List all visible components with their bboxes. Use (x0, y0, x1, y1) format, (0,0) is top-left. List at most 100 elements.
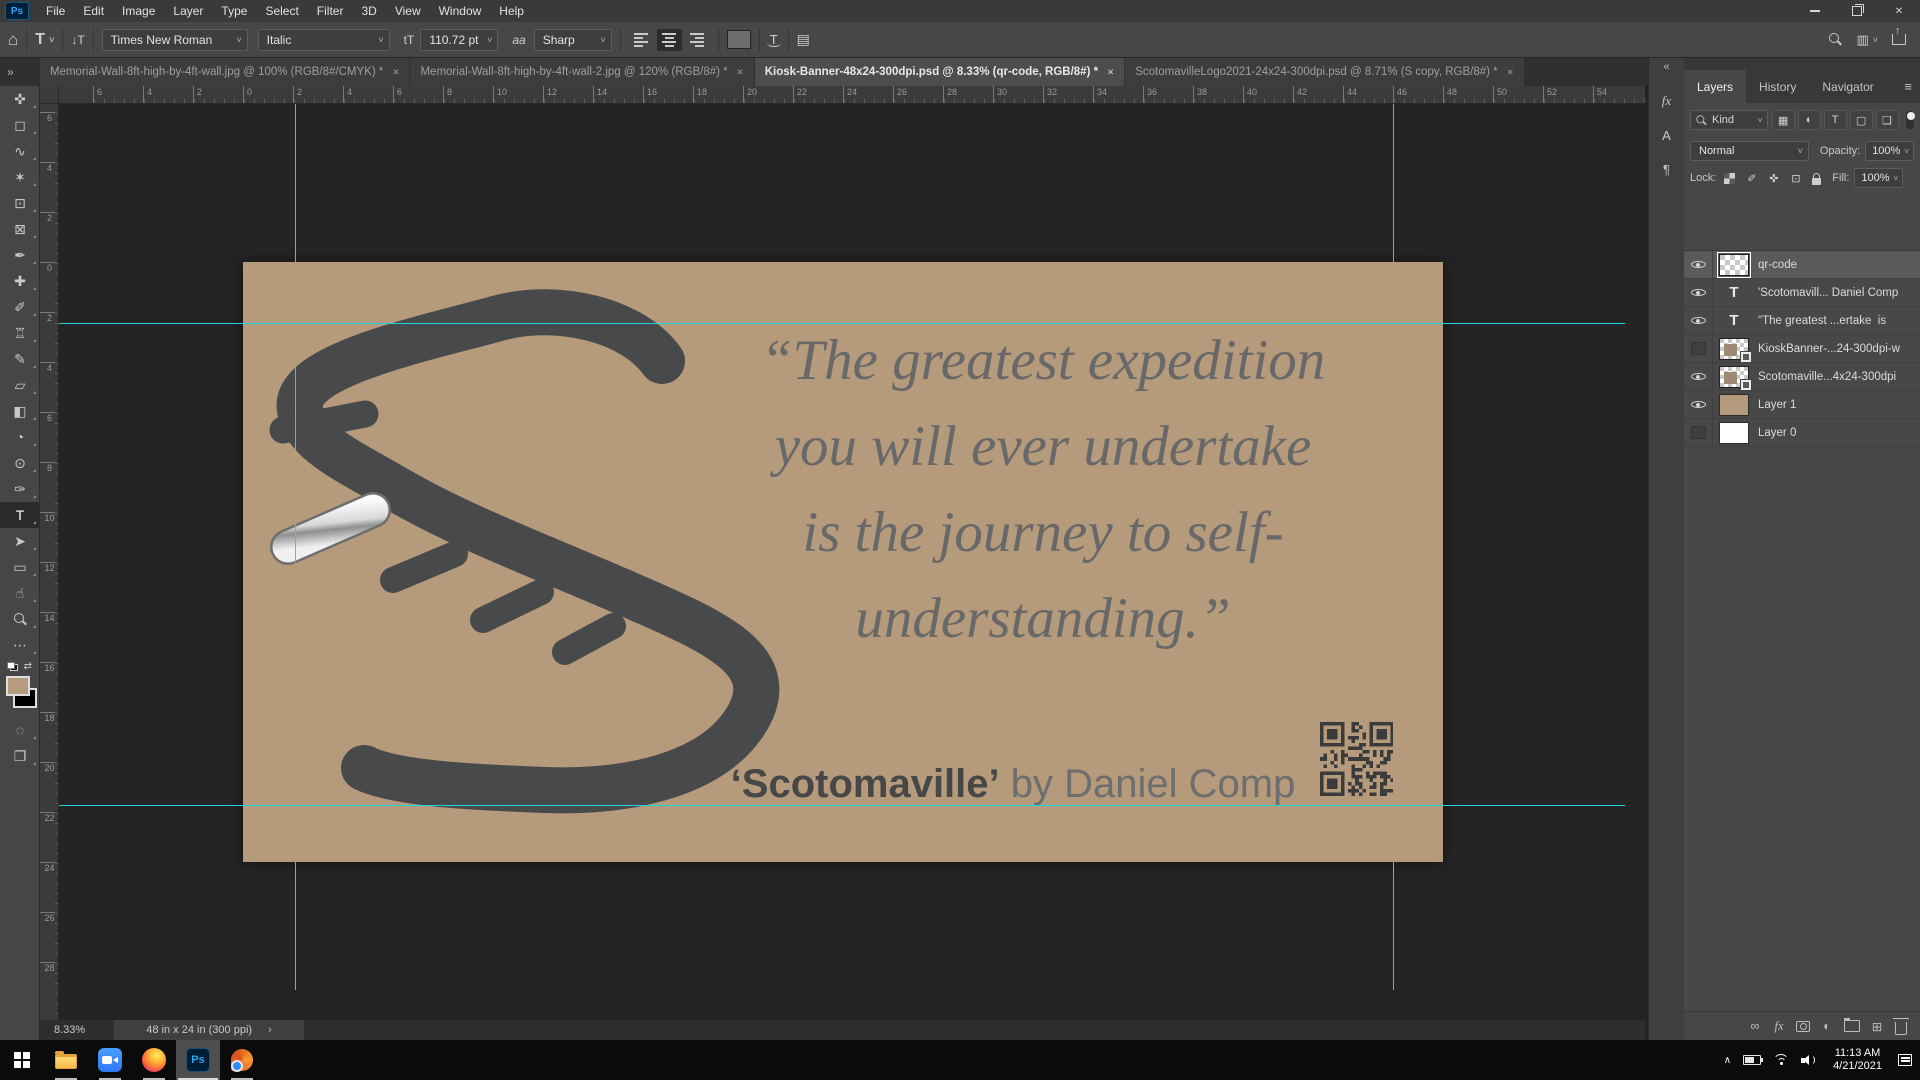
layer-row-scotomavill-daniel-comp[interactable]: T'Scotomavill... Daniel Comp (1684, 279, 1920, 307)
new-layer-button[interactable]: ⊞ (1870, 1019, 1884, 1034)
tab-overflow-chevron[interactable]: » (0, 58, 40, 86)
menu-filter[interactable]: Filter (308, 0, 353, 22)
font-size-select[interactable]: 110.72 pt˅ (420, 29, 498, 51)
text-color-swatch[interactable] (727, 30, 751, 49)
lock-position-icon[interactable]: ✜ (1765, 172, 1782, 185)
default-colors-icon[interactable] (7, 662, 18, 671)
eraser-tool[interactable]: ▱ (0, 372, 40, 398)
panel-tab-history[interactable]: History (1746, 70, 1809, 103)
layer-row-qr-code[interactable]: qr-code (1684, 251, 1920, 279)
menu-window[interactable]: Window (430, 0, 491, 22)
lasso-tool[interactable]: ∿ (0, 138, 40, 164)
guide-horizontal-bottom[interactable] (59, 805, 1625, 806)
zoom-tool[interactable] (0, 606, 40, 632)
photoshop-app[interactable]: Ps (176, 1040, 220, 1080)
type-tool[interactable]: T (0, 502, 40, 528)
action-center-icon[interactable] (1898, 1054, 1912, 1066)
brush-tool[interactable]: ✐ (0, 294, 40, 320)
menu-layer[interactable]: Layer (164, 0, 212, 22)
lock-transparency-icon[interactable] (1724, 173, 1735, 184)
start-button[interactable] (0, 1040, 44, 1080)
layer-filtering-toggle[interactable] (1906, 111, 1914, 129)
dodge-tool[interactable]: ⊙ (0, 450, 40, 476)
document-tab-3[interactable]: Kiosk-Banner-48x24-300dpi.psd @ 8.33% (q… (755, 58, 1124, 86)
visibility-toggle[interactable] (1684, 335, 1713, 362)
align-center-button[interactable] (657, 29, 682, 51)
layer-row-scotomaville-4x24-300dpi[interactable]: Scotomaville...4x24-300dpi (1684, 363, 1920, 391)
vertical-ruler[interactable]: 6420246810121416182022242628 (40, 104, 59, 1020)
hand-tool[interactable]: ☝ (0, 580, 40, 606)
file-explorer-app[interactable] (44, 1040, 88, 1080)
share-icon[interactable] (1892, 34, 1906, 45)
filter-pixel-layers-icon[interactable]: ▦ (1772, 110, 1795, 130)
guide-vertical-right[interactable] (1393, 104, 1394, 990)
quick-mask-button[interactable]: ◌ (0, 717, 40, 743)
lock-artboard-icon[interactable]: ⊡ (1787, 172, 1804, 185)
filter-smart-objects-icon[interactable]: ❏ (1876, 110, 1899, 130)
layer-row-kioskbanner-24-300dpi-w[interactable]: KioskBanner-...24-300dpi-w (1684, 335, 1920, 363)
lock-all-icon[interactable] (1812, 178, 1821, 185)
horizontal-ruler[interactable]: 6420246810121416182022242628303234363840… (59, 86, 1645, 104)
tray-expand-icon[interactable]: ∧ (1724, 1055, 1731, 1066)
collapse-panels-icon[interactable]: « (1649, 58, 1684, 73)
tab-close-icon[interactable]: ✕ (1107, 67, 1114, 78)
visibility-toggle[interactable] (1684, 307, 1713, 334)
layer-row-layer-1[interactable]: Layer 1 (1684, 391, 1920, 419)
tab-close-icon[interactable]: ✕ (1507, 67, 1514, 78)
opacity-field[interactable]: 100%˅ (1865, 141, 1914, 161)
healing-brush-tool[interactable]: ✚ (0, 268, 40, 294)
filter-adjustment-layers-icon[interactable]: ◐ (1798, 110, 1821, 130)
menu-select[interactable]: Select (256, 0, 307, 22)
menu-view[interactable]: View (386, 0, 430, 22)
taskbar-clock[interactable]: 11:13 AM 4/21/2021 (1829, 1047, 1886, 1073)
toggle-panels-button[interactable]: ▤ (797, 31, 810, 48)
anti-alias-select[interactable]: Sharp˅ (534, 29, 612, 51)
clone-stamp-tool[interactable]: ♖ (0, 320, 40, 346)
delete-layer-button[interactable] (1894, 1018, 1908, 1035)
add-layer-mask-button[interactable] (1796, 1021, 1810, 1032)
frame-tool[interactable]: ⊠ (0, 216, 40, 242)
home-icon[interactable]: ⌂ (8, 30, 18, 50)
move-tool[interactable]: ✜ (0, 86, 40, 112)
minimize-button[interactable] (1794, 0, 1836, 22)
ruler-origin-corner[interactable] (40, 86, 59, 104)
menu-help[interactable]: Help (490, 0, 533, 22)
volume-icon[interactable] (1801, 1054, 1817, 1066)
panel-menu-icon[interactable]: ≡ (1904, 79, 1912, 94)
lock-pixels-icon[interactable]: ✐ (1743, 172, 1760, 185)
document-tab-1[interactable]: Memorial-Wall-8ft-high-by-4ft-wall.jpg @… (40, 58, 409, 86)
pen-tool[interactable]: ✑ (0, 476, 40, 502)
character-panel-icon[interactable]: A (1649, 121, 1684, 149)
document-tab-2[interactable]: Memorial-Wall-8ft-high-by-4ft-wall-2.jpg… (410, 58, 753, 86)
visibility-toggle[interactable] (1684, 251, 1713, 278)
visibility-toggle[interactable] (1684, 419, 1713, 446)
menu-edit[interactable]: Edit (74, 0, 113, 22)
fill-field[interactable]: 100%˅ (1854, 168, 1903, 188)
search-icon[interactable] (1829, 33, 1842, 46)
effects-panel-icon[interactable]: fx (1649, 87, 1684, 115)
visibility-toggle[interactable] (1684, 363, 1713, 390)
guide-vertical-left[interactable] (295, 104, 296, 990)
font-style-select[interactable]: Italic˅ (258, 29, 390, 51)
zoom-app[interactable] (88, 1040, 132, 1080)
quick-selection-tool[interactable]: ✶ (0, 164, 40, 190)
link-layers-button[interactable]: ∞ (1748, 1019, 1762, 1033)
history-brush-tool[interactable]: ✎ (0, 346, 40, 372)
eyedropper-tool[interactable]: ✒ (0, 242, 40, 268)
capture-app[interactable] (220, 1040, 264, 1080)
tab-close-icon[interactable]: ✕ (737, 67, 744, 78)
marquee-tool[interactable]: ◻ (0, 112, 40, 138)
menu-file[interactable]: File (37, 0, 74, 22)
layer-row-layer-0[interactable]: Layer 0 (1684, 419, 1920, 447)
tab-close-icon[interactable]: ✕ (392, 67, 399, 78)
close-button[interactable]: ✕ (1878, 0, 1920, 22)
menu-type[interactable]: Type (212, 0, 256, 22)
firefox-app[interactable] (132, 1040, 176, 1080)
filter-shape-layers-icon[interactable]: ▢ (1850, 110, 1873, 130)
align-right-button[interactable] (685, 29, 710, 51)
edit-toolbar[interactable]: ⋯ (0, 632, 40, 658)
gradient-tool[interactable]: ◧ (0, 398, 40, 424)
burn-tool[interactable]: ◔ (0, 424, 40, 450)
type-tool-preset-button[interactable]: T˅ (35, 31, 54, 49)
crop-tool[interactable]: ⊡ (0, 190, 40, 216)
